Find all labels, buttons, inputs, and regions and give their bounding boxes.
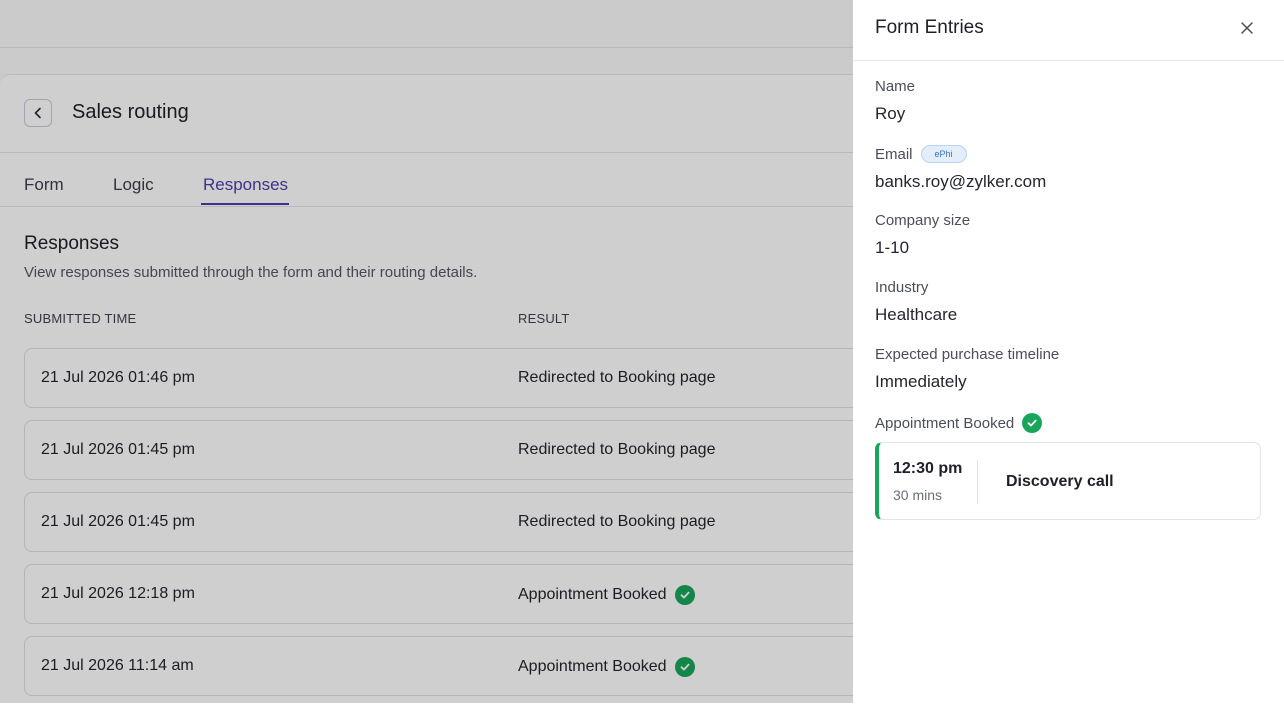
modal-backdrop[interactable]	[0, 0, 853, 703]
panel-title: Form Entries	[875, 17, 984, 38]
field-label-purchase-timeline: Expected purchase timeline	[875, 346, 1059, 363]
check-circle-icon	[1022, 413, 1043, 433]
close-icon	[1241, 22, 1253, 34]
field-label-text: Expected purchase timeline	[875, 346, 1060, 363]
field-value-name: Roy	[875, 104, 906, 123]
field-label-text: Email	[875, 145, 913, 163]
form-entries-panel: Form Entries Name Roy Email ePhi banks.r…	[853, 0, 1284, 703]
field-value-company-size: 1-10	[875, 238, 910, 257]
field-label-email: Email ePhi	[875, 145, 967, 163]
field-value-purchase-timeline: Immediately	[875, 372, 967, 391]
field-label-name: Name	[875, 78, 915, 95]
field-label-text: Name	[875, 78, 916, 95]
appointment-time: 12:30 pm	[893, 460, 963, 477]
appointment-status-text: Appointment Booked	[875, 414, 1015, 432]
appointment-card[interactable]: 12:30 pm 30 mins Discovery call	[875, 442, 1261, 520]
field-value-industry: Healthcare	[875, 305, 958, 324]
appointment-duration: 30 mins	[893, 487, 943, 503]
field-label-text: Industry	[875, 279, 929, 296]
panel-header: Form Entries	[853, 0, 1284, 61]
appointment-name: Discovery call	[1006, 473, 1114, 490]
close-button[interactable]	[1237, 18, 1257, 38]
field-label-company-size: Company size	[875, 212, 970, 229]
appointment-divider	[977, 460, 978, 504]
ephi-badge: ePhi	[920, 145, 967, 163]
field-label-industry: Industry	[875, 279, 928, 296]
field-value-email: banks.roy@zylker.com	[875, 172, 1047, 191]
appointment-status-label: Appointment Booked	[875, 413, 1043, 433]
field-label-text: Company size	[875, 212, 971, 229]
